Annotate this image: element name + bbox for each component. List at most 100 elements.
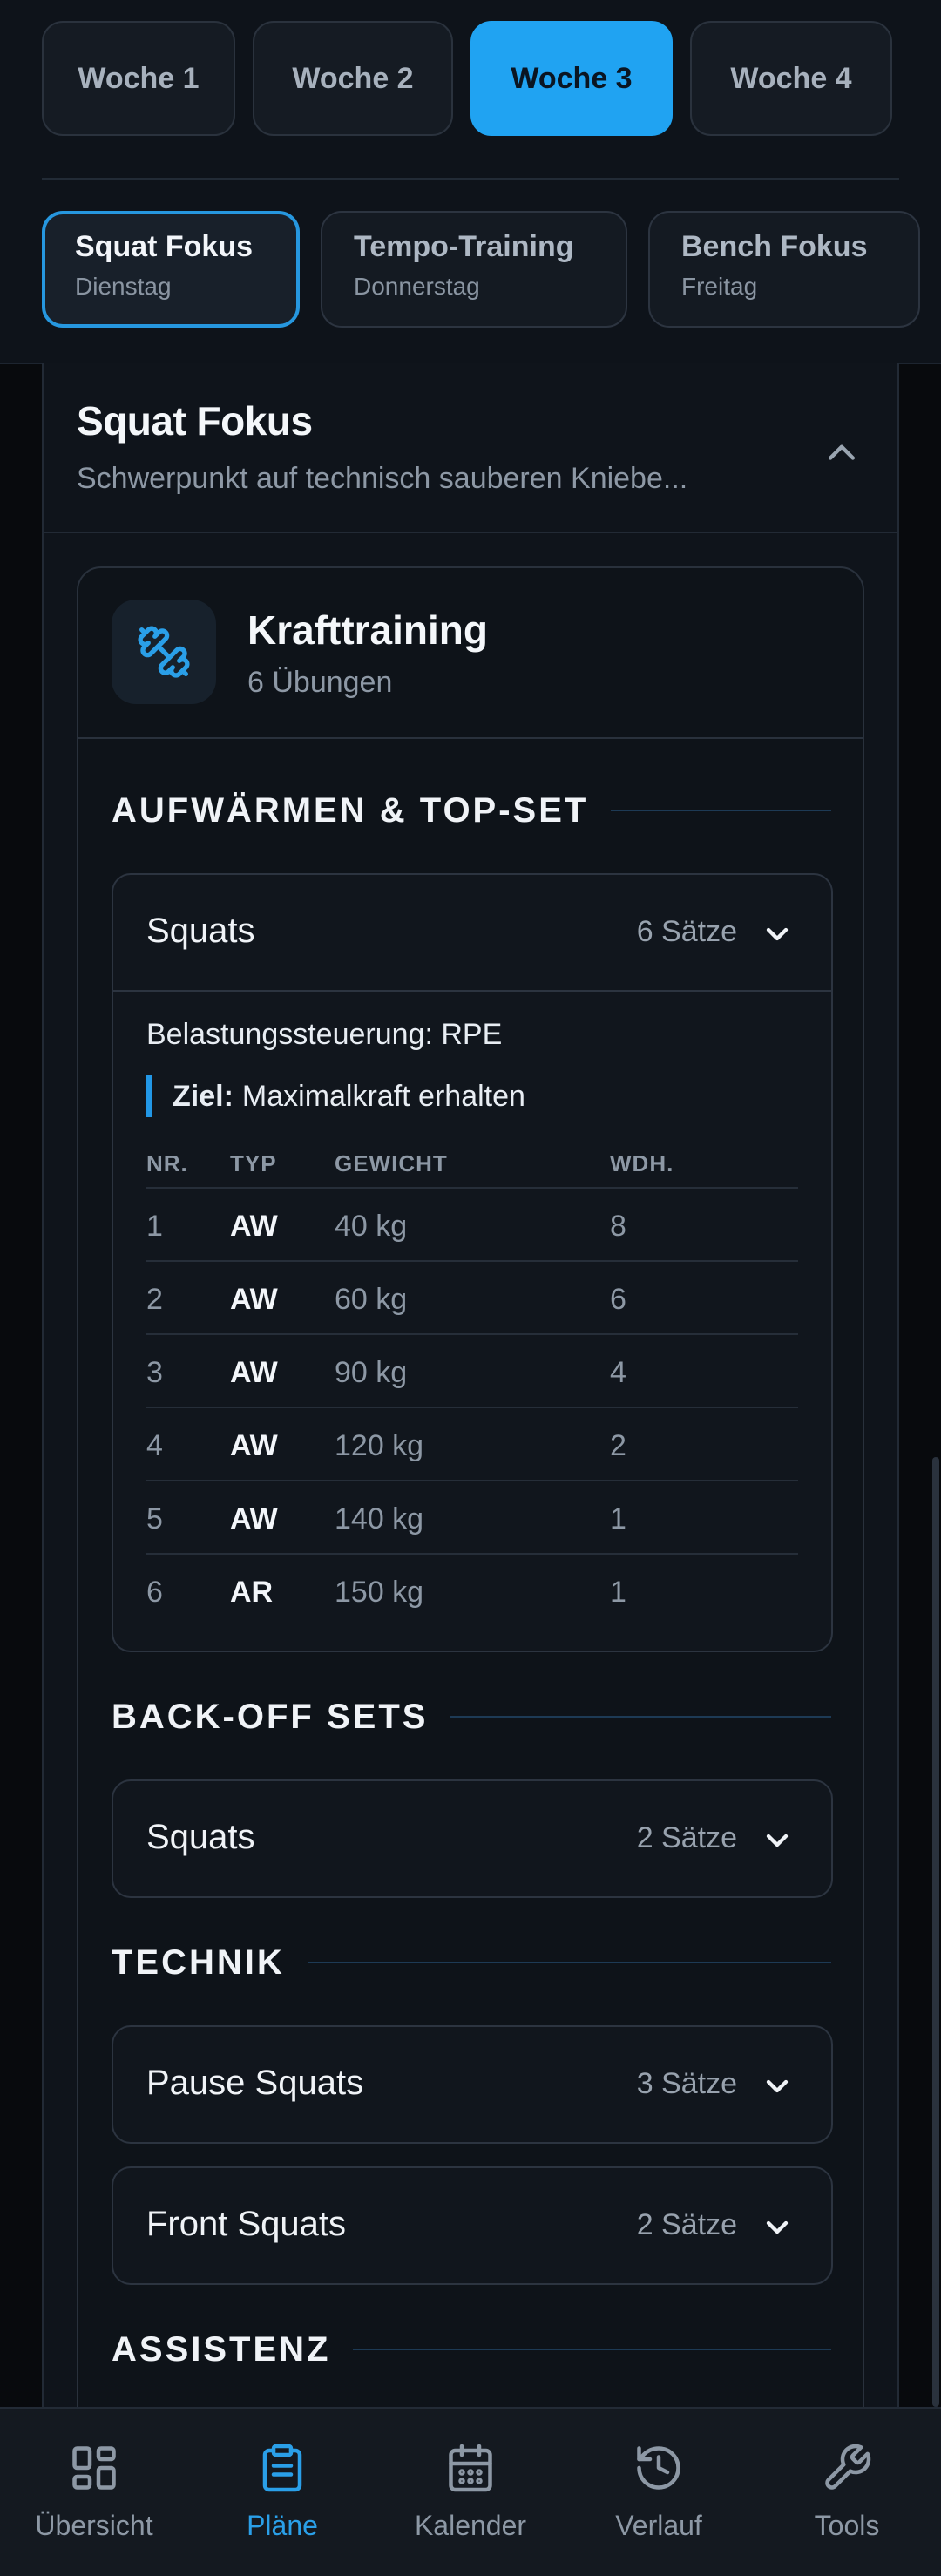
- exercise-name: Pause Squats: [146, 2064, 364, 2102]
- exercise-name: Front Squats: [146, 2205, 347, 2243]
- exercise-name: Squats: [146, 912, 255, 950]
- training-block-header: Krafttraining 6 Übungen: [78, 568, 863, 739]
- set-number: 3: [146, 1356, 163, 1389]
- set-weight: 90 kg: [335, 1356, 408, 1389]
- chevron-down-icon: [766, 927, 789, 941]
- nav-label: Übersicht: [35, 2510, 153, 2541]
- section-header-backoff: BACK-OFF SETS: [112, 1692, 831, 1741]
- exercise-details: Belastungssteuerung: RPE Ziel: Maximalkr…: [113, 990, 831, 1651]
- app-screen: Woche 1 Woche 2 Woche 3 Woche 4 Squat Fo…: [0, 0, 941, 2576]
- set-type: AW: [230, 1283, 278, 1316]
- tab-week-3[interactable]: Woche 3: [470, 21, 673, 136]
- exercise-name: Squats: [146, 1818, 255, 1856]
- section-divider: [353, 2349, 831, 2350]
- column-header-gewicht: GEWICHT: [335, 1150, 448, 1176]
- set-weight: 60 kg: [335, 1283, 408, 1316]
- set-reps: 2: [610, 1429, 626, 1462]
- set-reps: 1: [610, 1502, 626, 1535]
- exercise-card-squats-backoff[interactable]: Squats 2 Sätze: [112, 1779, 833, 1898]
- day-tab-title: Squat Fokus: [75, 230, 254, 263]
- exercise-set-count: 3 Sätze: [636, 2067, 737, 2100]
- section-title: BACK-OFF SETS: [112, 1697, 429, 1736]
- sets-table-header: NR. TYP GEWICHT WDH.: [146, 1138, 798, 1189]
- day-plan-header[interactable]: Squat Fokus Schwerpunkt auf technisch sa…: [44, 363, 897, 533]
- section-header-assistenz: ASSISTENZ: [112, 2325, 831, 2374]
- tab-week-4[interactable]: Woche 4: [690, 21, 892, 136]
- tab-day-squat-fokus[interactable]: Squat Fokus Dienstag: [42, 211, 300, 328]
- scrollbar[interactable]: [932, 1457, 939, 2407]
- set-type: AW: [230, 1502, 278, 1535]
- table-row: 3 AW 90 kg 4: [146, 1335, 798, 1408]
- day-tab-title: Tempo-Training: [354, 230, 574, 263]
- calendar-icon: [449, 2444, 492, 2492]
- history-icon: [637, 2446, 680, 2490]
- column-header-typ: TYP: [230, 1150, 277, 1176]
- nav-label: Verlauf: [615, 2510, 702, 2541]
- goal-text: Maximalkraft erhalten: [241, 1079, 525, 1113]
- nav-item-uebersicht[interactable]: Übersicht: [0, 2409, 188, 2576]
- day-plan-title: Squat Fokus: [77, 398, 313, 444]
- column-header-wdh: WDH.: [610, 1150, 674, 1176]
- section-divider: [450, 1716, 831, 1718]
- column-header-nr: NR.: [146, 1150, 188, 1176]
- tab-day-bench-fokus[interactable]: Bench Fokus Freitag: [648, 211, 920, 328]
- table-row: 4 AW 120 kg 2: [146, 1408, 798, 1481]
- tab-day-tempo-training[interactable]: Tempo-Training Donnerstag: [321, 211, 627, 328]
- set-weight: 140 kg: [335, 1502, 424, 1535]
- day-plan-card: Squat Fokus Schwerpunkt auf technisch sa…: [42, 363, 899, 2576]
- set-number: 5: [146, 1502, 163, 1535]
- exercise-set-count: 6 Sätze: [636, 915, 737, 948]
- week-tabs: Woche 1 Woche 2 Woche 3 Woche 4: [42, 21, 892, 136]
- set-number: 2: [146, 1283, 163, 1316]
- exercise-row-toggle[interactable]: Squats 2 Sätze: [113, 1781, 831, 1896]
- collapse-button[interactable]: [817, 429, 866, 478]
- table-row: 1 AW 40 kg 8: [146, 1189, 798, 1262]
- tab-week-2[interactable]: Woche 2: [253, 21, 453, 136]
- set-weight: 40 kg: [335, 1210, 408, 1243]
- set-type: AW: [230, 1429, 278, 1462]
- set-reps: 8: [610, 1210, 626, 1243]
- training-block-card: Krafttraining 6 Übungen AUFWÄRMEN & TOP-…: [77, 566, 864, 2576]
- nav-label: Kalender: [414, 2510, 527, 2541]
- exercise-card-pause-squats[interactable]: Pause Squats 3 Sätze: [112, 2025, 833, 2144]
- set-number: 6: [146, 1576, 163, 1609]
- set-type: AR: [230, 1576, 274, 1609]
- plan-header: Woche 1 Woche 2 Woche 3 Woche 4 Squat Fo…: [0, 0, 941, 364]
- sets-table: NR. TYP GEWICHT WDH. 1 AW 40 kg 8 2 AW 6…: [146, 1138, 798, 1628]
- exercise-card-squats-expanded: Squats 6 Sätze Belastungssteuerung: RPE …: [112, 873, 833, 1652]
- set-type: AW: [230, 1356, 278, 1389]
- day-tab-weekday: Freitag: [681, 273, 758, 300]
- section-header-technik: TECHNIK: [112, 1938, 831, 1987]
- set-weight: 120 kg: [335, 1429, 424, 1462]
- training-block-title: Krafttraining: [247, 607, 488, 653]
- section-title: TECHNIK: [112, 1942, 285, 1982]
- nav-item-plaene[interactable]: Pläne: [188, 2409, 376, 2576]
- clipboard-icon: [262, 2444, 302, 2492]
- exercise-row-toggle[interactable]: Pause Squats 3 Sätze: [113, 2027, 831, 2142]
- header-divider: [42, 178, 899, 180]
- bottom-navigation: Übersicht Pläne Kalender Verlauf Tools: [0, 2407, 941, 2576]
- chevron-down-icon: [766, 2079, 789, 2093]
- dashboard-icon: [72, 2446, 116, 2490]
- set-number: 4: [146, 1429, 163, 1462]
- exercise-card-front-squats[interactable]: Front Squats 2 Sätze: [112, 2166, 833, 2285]
- day-tab-title: Bench Fokus: [681, 230, 868, 263]
- set-type: AW: [230, 1210, 278, 1243]
- nav-item-tools[interactable]: Tools: [753, 2409, 941, 2576]
- section-title: AUFWÄRMEN & TOP-SET: [112, 790, 589, 830]
- tab-week-1[interactable]: Woche 1: [42, 21, 235, 136]
- nav-label: Tools: [814, 2510, 880, 2541]
- exercise-row-toggle[interactable]: Squats 6 Sätze: [113, 875, 831, 990]
- day-tabs[interactable]: Squat Fokus Dienstag Tempo-Training Donn…: [42, 211, 941, 329]
- chevron-down-icon: [766, 1834, 789, 1847]
- goal-label: Ziel:: [173, 1079, 234, 1113]
- exercise-set-count: 2 Sätze: [636, 1821, 737, 1854]
- chevron-up-icon: [828, 444, 856, 460]
- nav-item-verlauf[interactable]: Verlauf: [565, 2409, 753, 2576]
- table-row: 5 AW 140 kg 1: [146, 1481, 798, 1555]
- chevron-down-icon: [766, 2220, 789, 2234]
- exercise-row-toggle[interactable]: Front Squats 2 Sätze: [113, 2168, 831, 2283]
- set-reps: 6: [610, 1283, 626, 1316]
- set-number: 1: [146, 1210, 163, 1243]
- nav-item-kalender[interactable]: Kalender: [376, 2409, 565, 2576]
